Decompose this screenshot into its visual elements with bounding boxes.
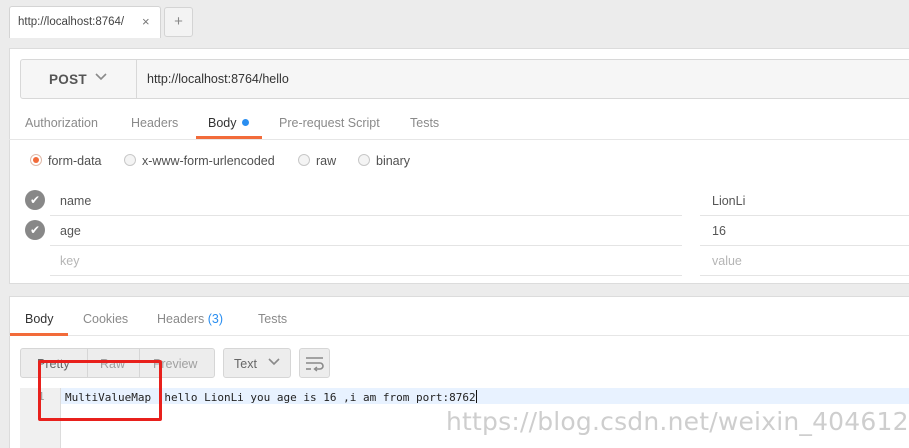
response-tab-tests[interactable]: Tests bbox=[258, 312, 287, 326]
divider bbox=[700, 275, 909, 276]
response-active-tab-indicator bbox=[10, 333, 68, 336]
tab-bar: http://localhost:8764/ × + bbox=[0, 0, 909, 38]
method-label: POST bbox=[49, 72, 87, 87]
tab-tests[interactable]: Tests bbox=[410, 116, 439, 130]
word-wrap-icon bbox=[306, 357, 324, 372]
radio-icon bbox=[298, 154, 310, 166]
active-tab-indicator bbox=[196, 136, 262, 139]
annotation-highlight-box bbox=[38, 360, 162, 421]
request-tabs: Authorization Headers Body Pre-request S… bbox=[9, 108, 909, 140]
headers-count-badge: (3) bbox=[207, 312, 224, 326]
new-key-input[interactable]: key bbox=[60, 254, 79, 268]
url-input[interactable]: http://localhost:8764/hello bbox=[147, 72, 289, 86]
new-value-input[interactable]: value bbox=[712, 254, 742, 268]
param-key[interactable]: name bbox=[60, 194, 91, 208]
radio-selected-icon bbox=[30, 154, 42, 166]
modified-dot-icon bbox=[241, 119, 249, 126]
response-tab-cookies[interactable]: Cookies bbox=[83, 312, 128, 326]
radio-icon bbox=[358, 154, 370, 166]
tab-authorization[interactable]: Authorization bbox=[25, 116, 98, 130]
tab-body[interactable]: Body bbox=[208, 116, 249, 130]
url-bar: POST http://localhost:8764/hello bbox=[20, 59, 909, 99]
method-select[interactable]: POST bbox=[21, 60, 137, 98]
watermark-text: https://blog.csdn.net/weixin_40461281 bbox=[446, 407, 909, 436]
response-tab-body[interactable]: Body bbox=[25, 312, 54, 326]
response-tab-headers[interactable]: Headers (3) bbox=[157, 312, 223, 326]
chevron-down-icon bbox=[268, 354, 280, 371]
chevron-down-icon bbox=[95, 69, 107, 86]
response-type-select[interactable]: Text bbox=[223, 348, 291, 378]
text-cursor bbox=[475, 390, 477, 403]
word-wrap-button[interactable] bbox=[299, 348, 330, 378]
request-tab[interactable]: http://localhost:8764/ × bbox=[9, 6, 161, 38]
new-tab-button[interactable]: + bbox=[164, 7, 193, 37]
response-tab-headers-label: Headers bbox=[157, 312, 205, 326]
form-param-row: ✔ age 16 bbox=[20, 216, 909, 246]
response-tabs: Body Cookies Headers (3) Tests bbox=[9, 302, 909, 336]
response-type-value: Text bbox=[234, 357, 257, 371]
tab-pre-request-script[interactable]: Pre-request Script bbox=[279, 116, 380, 130]
form-param-row: ✔ name LionLi bbox=[20, 186, 909, 216]
tab-headers[interactable]: Headers bbox=[131, 116, 178, 130]
param-value[interactable]: 16 bbox=[712, 224, 726, 238]
divider bbox=[50, 275, 682, 276]
close-icon[interactable]: × bbox=[142, 14, 150, 29]
radio-icon bbox=[124, 154, 136, 166]
check-circle-icon[interactable]: ✔ bbox=[25, 190, 45, 210]
request-tab-title: http://localhost:8764/ bbox=[18, 16, 125, 28]
tab-body-label: Body bbox=[208, 116, 237, 130]
param-value[interactable]: LionLi bbox=[712, 194, 745, 208]
check-circle-icon[interactable]: ✔ bbox=[25, 220, 45, 240]
form-param-new-row: key value bbox=[20, 246, 909, 276]
param-key[interactable]: age bbox=[60, 224, 81, 238]
